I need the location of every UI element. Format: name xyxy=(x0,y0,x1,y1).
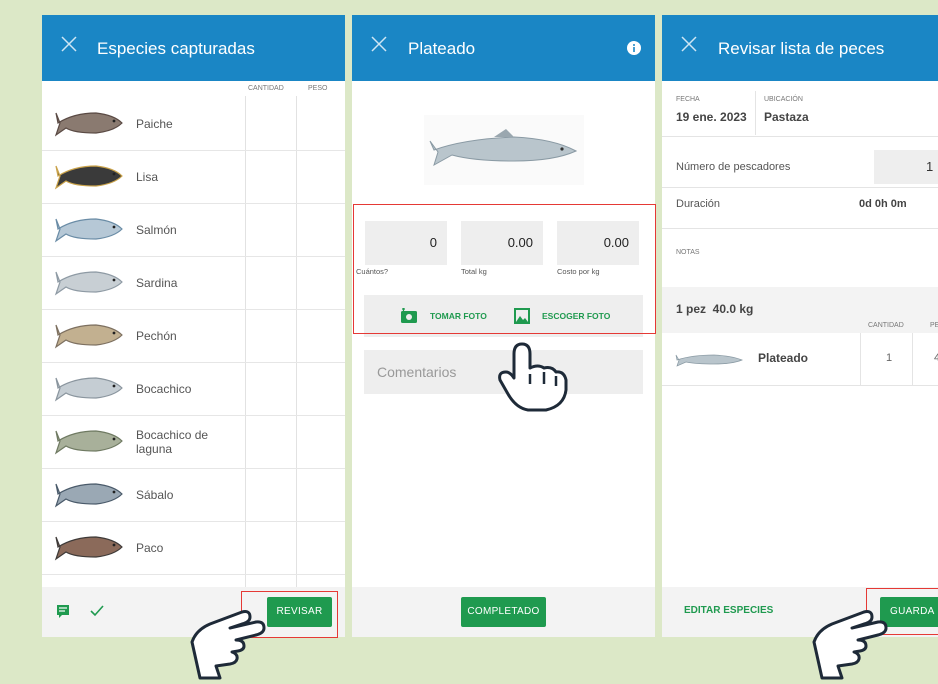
column-header-weight: PE xyxy=(930,322,938,329)
species-name: Sábalo xyxy=(136,487,174,502)
edit-species-button[interactable]: EDITAR ESPECIES xyxy=(684,605,773,616)
fishers-value: 1 xyxy=(926,159,934,174)
location-label: UBICACIÓN xyxy=(764,96,803,103)
divider xyxy=(755,91,756,135)
close-icon[interactable] xyxy=(60,35,78,53)
pointing-hand-icon xyxy=(812,610,888,680)
species-row[interactable]: Salmón xyxy=(42,203,345,257)
catch-summary-header: 1 pez 40.0 kg CANTIDAD PE xyxy=(662,287,938,333)
fish-thumbnail xyxy=(54,430,123,455)
divider xyxy=(662,228,938,229)
location-value[interactable]: Pastaza xyxy=(764,110,809,124)
divider xyxy=(662,187,938,188)
column-header-quantity: CANTIDAD xyxy=(868,322,904,329)
species-name: Pechón xyxy=(136,328,177,343)
fish-thumbnail xyxy=(54,377,123,402)
app-bar: Revisar lista de peces xyxy=(662,15,938,81)
fishers-field[interactable]: 1 xyxy=(874,150,938,184)
fish-thumbnail xyxy=(54,483,123,508)
fish-thumbnail xyxy=(54,112,123,137)
species-row[interactable]: Paco xyxy=(42,521,345,575)
fish-name: Plateado xyxy=(758,351,809,365)
species-list-screen: Especies capturadas CANTIDAD PESO Paiche… xyxy=(42,15,345,637)
column-header-weight: PESO xyxy=(308,85,328,92)
notes-icon[interactable] xyxy=(56,604,70,618)
notes-label: NOTAS xyxy=(676,249,700,256)
fish-thumbnail xyxy=(54,324,123,349)
close-icon[interactable] xyxy=(370,35,388,53)
fish-quantity: 1 xyxy=(886,352,893,364)
species-name: Sardina xyxy=(136,275,178,290)
fish-thumbnail xyxy=(54,165,123,190)
info-icon[interactable] xyxy=(627,41,641,55)
species-name: Lisa xyxy=(136,169,159,184)
duration-label: Duración xyxy=(676,198,721,210)
screen-title: Revisar lista de peces xyxy=(718,39,885,58)
divider xyxy=(662,136,938,137)
duration-value[interactable]: 0d 0h 0m xyxy=(859,198,907,210)
divider xyxy=(912,333,913,385)
fish-image xyxy=(424,115,584,185)
date-label: FECHA xyxy=(676,96,700,103)
review-list-screen: Revisar lista de peces FECHA 19 ene. 202… xyxy=(662,15,938,637)
fish-thumbnail xyxy=(54,271,123,296)
pointing-hand-icon xyxy=(498,342,568,412)
species-row[interactable]: Paiche xyxy=(42,97,345,151)
fishers-label: Número de pescadores xyxy=(676,161,791,173)
close-icon[interactable] xyxy=(680,35,698,53)
species-row[interactable]: Bocachico xyxy=(42,362,345,416)
species-row[interactable]: Sábalo xyxy=(42,468,345,522)
species-row[interactable]: Sardina xyxy=(42,256,345,310)
divider xyxy=(860,333,861,385)
screen-title: Especies capturadas xyxy=(97,39,255,58)
species-row[interactable]: Lisa xyxy=(42,150,345,204)
fish-weight: 4 xyxy=(934,352,938,364)
species-name: Bocachico de laguna xyxy=(136,427,209,456)
app-bar: Plateado xyxy=(352,15,655,81)
fish-thumbnail xyxy=(675,354,743,367)
species-name: Bocachico xyxy=(136,381,192,396)
fish-row[interactable]: Plateado 1 4 xyxy=(662,333,938,386)
screen-title: Plateado xyxy=(408,39,476,58)
highlight-box xyxy=(353,204,656,334)
species-name: Paco xyxy=(136,540,164,555)
species-row[interactable]: Pechón xyxy=(42,309,345,363)
catch-summary: 1 pez 40.0 kg xyxy=(676,302,754,316)
done-button[interactable]: COMPLETADO xyxy=(461,597,546,627)
column-header-quantity: CANTIDAD xyxy=(248,85,284,92)
date-value[interactable]: 19 ene. 2023 xyxy=(676,110,747,124)
bottom-bar: COMPLETADO xyxy=(352,587,655,637)
app-bar: Especies capturadas xyxy=(42,15,345,81)
check-icon[interactable] xyxy=(90,605,104,617)
species-name: Salmón xyxy=(136,222,177,237)
species-row[interactable]: Bocachico de laguna xyxy=(42,415,345,469)
fish-thumbnail xyxy=(54,218,123,243)
pointing-hand-icon xyxy=(190,610,266,680)
species-name: Paiche xyxy=(136,116,173,131)
fish-thumbnail xyxy=(54,536,123,561)
